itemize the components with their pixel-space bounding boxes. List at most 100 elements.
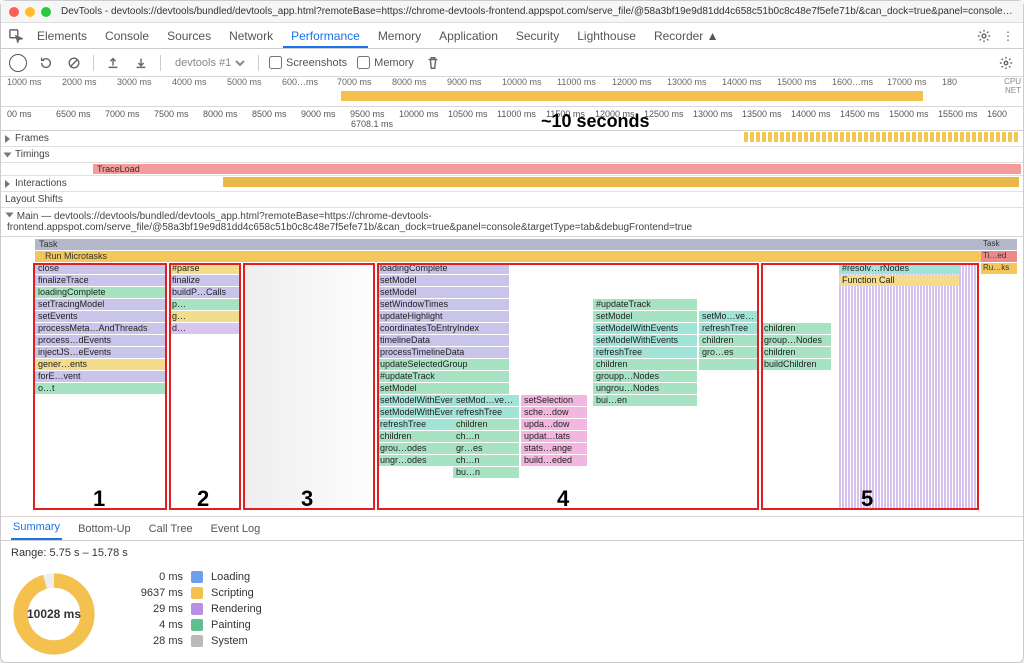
flame-frame[interactable]: setWindowTimes: [377, 299, 509, 310]
flame-frame[interactable]: process…dEvents: [35, 335, 165, 346]
flame-frame[interactable]: bui…en: [593, 395, 697, 406]
flame-frame[interactable]: gener…ents: [35, 359, 165, 370]
load-button[interactable]: [104, 54, 122, 72]
flame-tied-right[interactable]: Ti…ed: [981, 251, 1017, 262]
settings-icon[interactable]: [973, 25, 995, 47]
tab-network[interactable]: Network: [221, 24, 281, 48]
flame-frame[interactable]: forE…vent: [35, 371, 165, 382]
flame-frame[interactable]: refreshTree: [593, 347, 697, 358]
tab-sources[interactable]: Sources: [159, 24, 219, 48]
flame-frame[interactable]: build…eded: [521, 455, 587, 466]
viewport-ruler[interactable]: 00 ms6500 ms7000 ms7500 ms8000 ms8500 ms…: [1, 107, 1023, 131]
tab-security[interactable]: Security: [508, 24, 567, 48]
tab-application[interactable]: Application: [431, 24, 506, 48]
flame-frame[interactable]: finalizeTrace: [35, 275, 165, 286]
flame-microtasks[interactable]: Run Microtasks: [35, 251, 1017, 262]
flame-frame[interactable]: setModel: [377, 275, 509, 286]
flame-frame[interactable]: group…Nodes: [761, 335, 831, 346]
flame-frame[interactable]: refreshTree: [699, 323, 759, 334]
timing-traceload[interactable]: TraceLoad: [93, 164, 1021, 174]
inspect-icon[interactable]: [5, 25, 27, 47]
flame-frame[interactable]: setSelection: [521, 395, 587, 406]
flame-frame[interactable]: updateHighlight: [377, 311, 509, 322]
flame-frame[interactable]: #parse: [169, 263, 239, 274]
tab-performance[interactable]: Performance: [283, 24, 368, 48]
memory-toggle[interactable]: Memory: [357, 56, 414, 69]
flame-frame[interactable]: loadingComplete: [377, 263, 509, 274]
flame-frame[interactable]: updat…tats: [521, 431, 587, 442]
profile-select[interactable]: devtools #1: [171, 56, 248, 70]
flame-frame[interactable]: finalize: [169, 275, 239, 286]
flame-frame[interactable]: children: [593, 359, 697, 370]
flame-frame[interactable]: buildChildren: [761, 359, 831, 370]
flame-frame[interactable]: loadingComplete: [35, 287, 165, 298]
flame-task-right[interactable]: Task: [981, 239, 1017, 250]
reload-button[interactable]: [37, 54, 55, 72]
flame-frame[interactable]: sche…dow: [521, 407, 587, 418]
flame-frame[interactable]: #resolv…rNodes: [839, 263, 959, 274]
overview-timeline[interactable]: 1000 ms2000 ms3000 ms4000 ms5000 ms600…m…: [1, 77, 1023, 107]
tab-summary[interactable]: Summary: [11, 516, 62, 540]
flame-frame[interactable]: gro…es: [699, 347, 759, 358]
flame-frame[interactable]: children: [699, 335, 759, 346]
flame-frame[interactable]: stats…ange: [521, 443, 587, 454]
flame-frame[interactable]: updateSelectedGroup: [377, 359, 509, 370]
flame-frame[interactable]: children: [761, 347, 831, 358]
flame-frame[interactable]: close: [35, 263, 165, 274]
flame-chart[interactable]: Task Run Microtasks Task Ti…ed Ru…ks clo…: [1, 237, 1023, 517]
flame-frame[interactable]: setModel: [377, 383, 509, 394]
trash-icon[interactable]: [424, 54, 442, 72]
minimize-icon[interactable]: [25, 7, 35, 17]
flame-frame[interactable]: children: [761, 323, 831, 334]
clear-button[interactable]: [65, 54, 83, 72]
flame-frame[interactable]: o…t: [35, 383, 165, 394]
flame-frame[interactable]: refreshTree: [453, 407, 519, 418]
flame-frame[interactable]: ch…n: [453, 431, 519, 442]
save-button[interactable]: [132, 54, 150, 72]
flame-frame[interactable]: coordinatesToEntryIndex: [377, 323, 509, 334]
flame-frame[interactable]: d…: [169, 323, 239, 334]
window-controls[interactable]: [9, 7, 51, 17]
flame-frame[interactable]: [699, 359, 759, 370]
flame-frame[interactable]: #updateTrack: [377, 371, 509, 382]
flame-frame[interactable]: p…: [169, 299, 239, 310]
tab-memory[interactable]: Memory: [370, 24, 429, 48]
flame-frame[interactable]: #updateTrack: [593, 299, 697, 310]
flame-frame[interactable]: processTimelineData: [377, 347, 509, 358]
flame-frame[interactable]: setModelWithEvents: [593, 335, 697, 346]
tab-bottom-up[interactable]: Bottom-Up: [76, 518, 133, 540]
flame-frame[interactable]: buildP…Calls: [169, 287, 239, 298]
flame-frame[interactable]: ch…n: [453, 455, 519, 466]
tab-call-tree[interactable]: Call Tree: [147, 518, 195, 540]
more-icon[interactable]: ⋮: [997, 25, 1019, 47]
flame-frame[interactable]: setEvents: [35, 311, 165, 322]
flame-task[interactable]: Task: [35, 239, 1017, 250]
flame-frame[interactable]: timelineData: [377, 335, 509, 346]
flame-frame[interactable]: bu…n: [453, 467, 519, 478]
flame-frame[interactable]: setMod…vents: [453, 395, 519, 406]
flame-frame[interactable]: children: [453, 419, 519, 430]
flame-frame[interactable]: ungrou…Nodes: [593, 383, 697, 394]
flame-frame[interactable]: setTracingModel: [35, 299, 165, 310]
tab-elements[interactable]: Elements: [29, 24, 95, 48]
flame-frame[interactable]: injectJS…eEvents: [35, 347, 165, 358]
gear-icon[interactable]: [997, 54, 1015, 72]
screenshots-toggle[interactable]: Screenshots: [269, 56, 347, 69]
flame-frame[interactable]: setModelWithEvents: [593, 323, 697, 334]
main-thread-header[interactable]: Main — devtools://devtools/bundled/devto…: [1, 208, 1023, 237]
tab-console[interactable]: Console: [97, 24, 157, 48]
record-button[interactable]: [9, 54, 27, 72]
flame-frame[interactable]: setModel: [377, 287, 509, 298]
interaction-bar[interactable]: [223, 177, 1019, 187]
close-icon[interactable]: [9, 7, 19, 17]
tab-lighthouse[interactable]: Lighthouse: [569, 24, 644, 48]
flame-frame[interactable]: upda…dow: [521, 419, 587, 430]
maximize-icon[interactable]: [41, 7, 51, 17]
flame-frame[interactable]: g…: [169, 311, 239, 322]
flame-frame[interactable]: setModel: [593, 311, 697, 322]
flame-frame[interactable]: gr…es: [453, 443, 519, 454]
flame-frame[interactable]: processMeta…AndThreads: [35, 323, 165, 334]
tab-event-log[interactable]: Event Log: [209, 518, 263, 540]
flame-frame[interactable]: groupp…Nodes: [593, 371, 697, 382]
flame-frame[interactable]: setMo…vents: [699, 311, 759, 322]
